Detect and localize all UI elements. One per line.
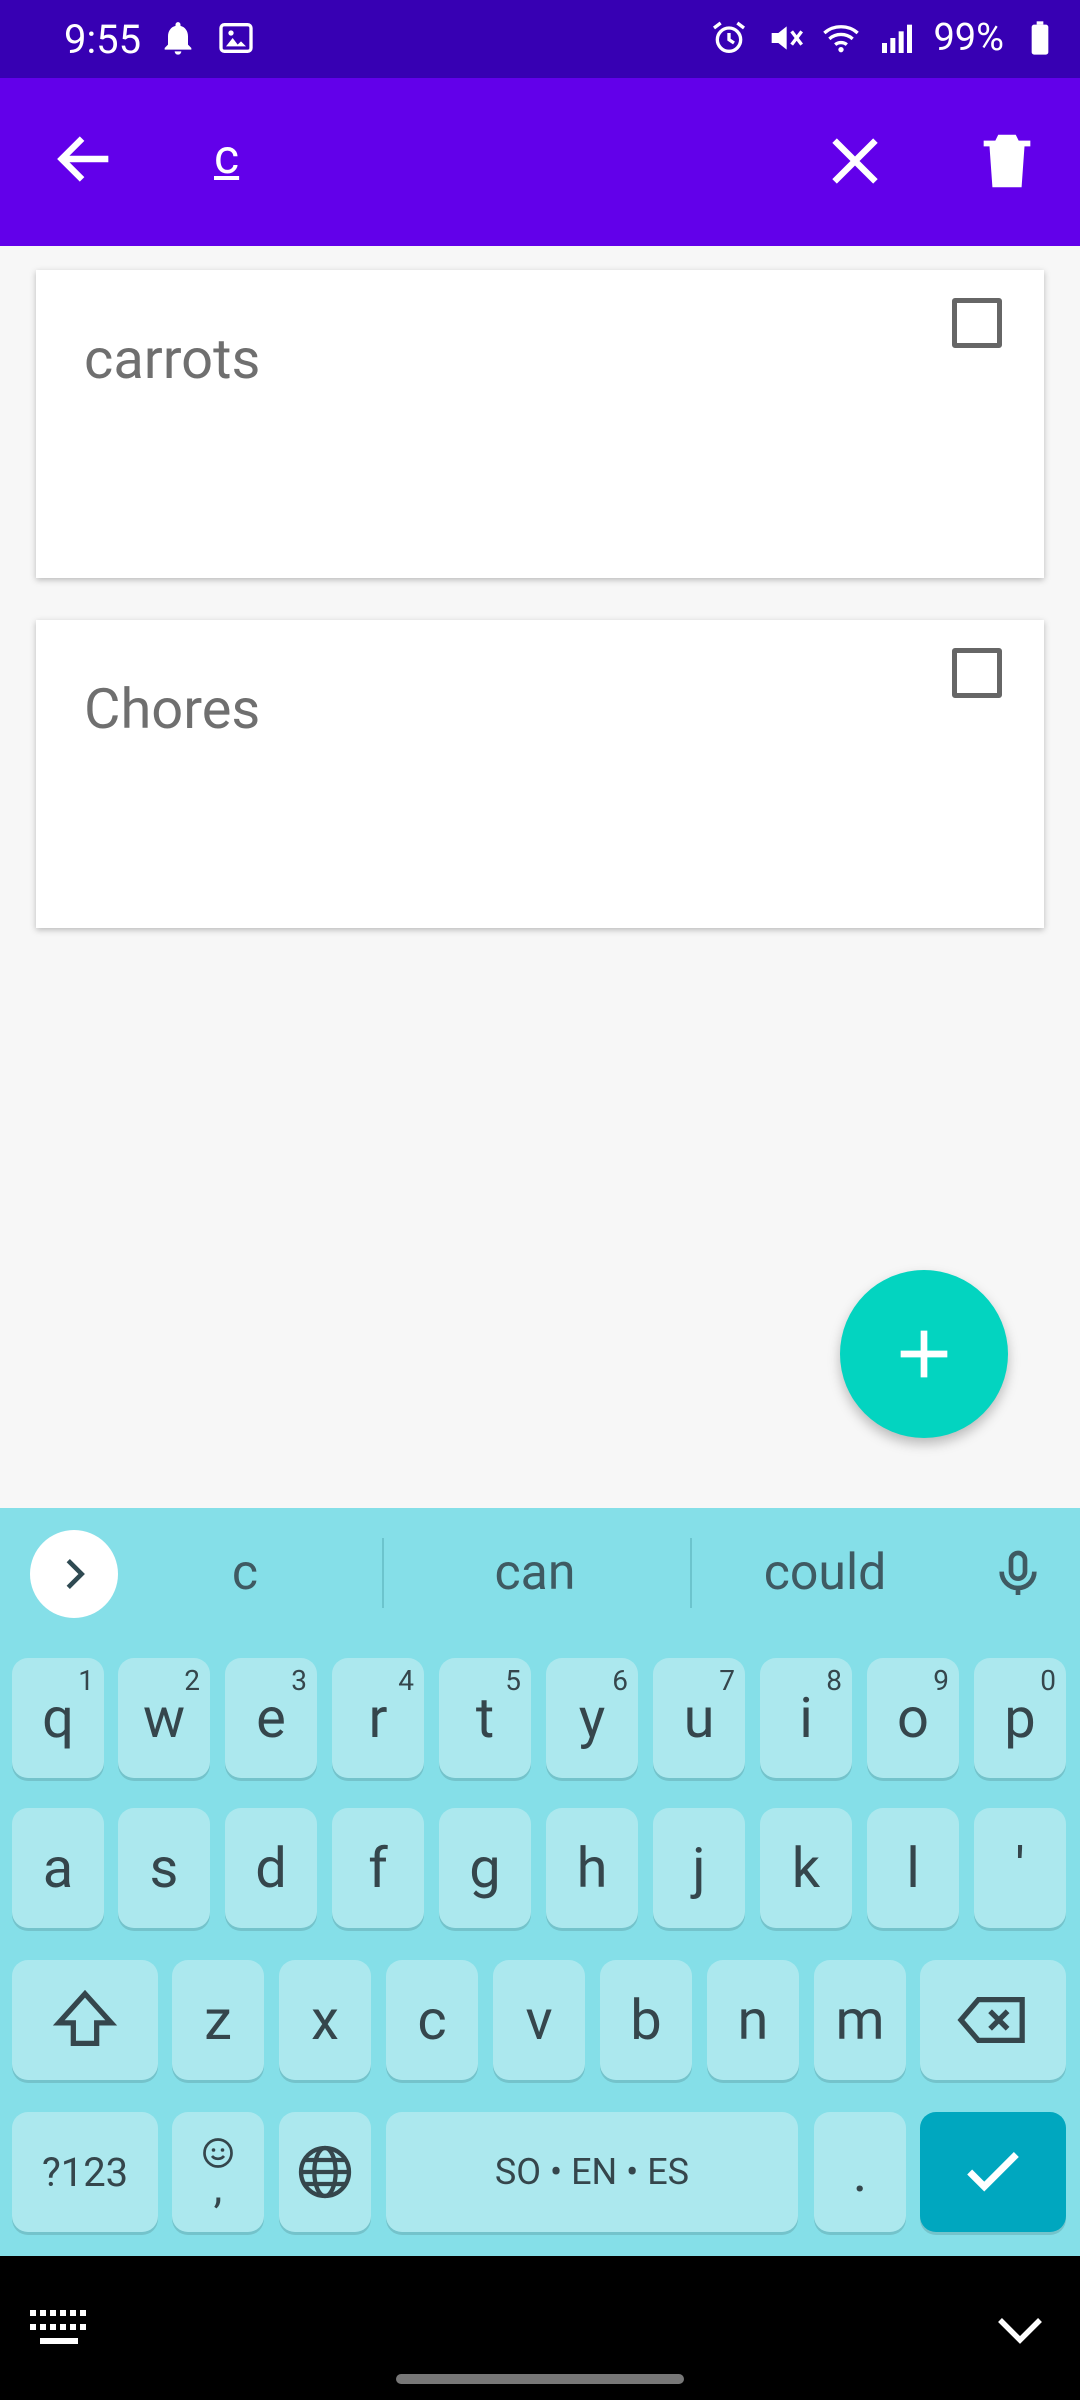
key-q[interactable]: q1 (12, 1658, 104, 1778)
enter-key[interactable] (920, 2112, 1066, 2232)
checkmark-icon (967, 2152, 1019, 2192)
soft-keyboard: c can could q1 w2 e3 r4 t5 y6 u7 i8 o9 p… (0, 1508, 1080, 2256)
key-x[interactable]: x (279, 1960, 371, 2080)
suggestion-chip[interactable]: could (700, 1508, 950, 1638)
clear-search-icon[interactable] (820, 126, 890, 196)
wifi-icon (823, 25, 860, 53)
top-app-bar: c (0, 78, 1080, 246)
delete-icon[interactable] (972, 126, 1042, 196)
card-checkbox[interactable] (952, 648, 1002, 698)
home-indicator[interactable] (396, 2374, 684, 2384)
battery-percent: 99% (933, 16, 1004, 60)
key-u[interactable]: u7 (653, 1658, 745, 1778)
microphone-icon[interactable] (990, 1546, 1046, 1602)
battery-icon (1031, 21, 1049, 55)
key-y[interactable]: y6 (546, 1658, 638, 1778)
language-key[interactable] (279, 2112, 371, 2232)
key-r[interactable]: r4 (332, 1658, 424, 1778)
key-l[interactable]: l (867, 1808, 959, 1928)
key-b[interactable]: b (600, 1960, 692, 2080)
status-time: 9:55 (64, 16, 142, 63)
key-h[interactable]: h (546, 1808, 638, 1928)
search-query-input[interactable]: c (214, 128, 239, 185)
status-bar: 9:55 99% (0, 0, 1080, 78)
key-v[interactable]: v (493, 1960, 585, 2080)
period-key[interactable]: . (814, 2112, 906, 2232)
list-item-card[interactable]: carrots (36, 270, 1044, 578)
backspace-icon (957, 1996, 1025, 2044)
hide-keyboard-icon[interactable] (990, 2300, 1050, 2360)
plus-icon (900, 1330, 948, 1378)
key-o[interactable]: o9 (867, 1658, 959, 1778)
key-j[interactable]: j (653, 1808, 745, 1928)
bell-icon (164, 22, 192, 55)
chevron-right-icon (66, 1558, 85, 1590)
keyboard-switch-icon[interactable] (28, 2308, 90, 2348)
globe-icon (298, 2145, 352, 2199)
shift-key[interactable] (12, 1960, 158, 2080)
signal-icon (882, 24, 913, 53)
suggestion-chip[interactable]: c (140, 1508, 350, 1638)
alarm-icon (713, 21, 746, 54)
card-title: carrots (84, 326, 261, 392)
back-arrow-icon[interactable] (50, 124, 120, 194)
backspace-key[interactable] (920, 1960, 1066, 2080)
card-title: Chores (84, 676, 261, 742)
key-z[interactable]: z (172, 1960, 264, 2080)
space-key[interactable]: SO • EN • ES (386, 2112, 798, 2232)
key-d[interactable]: d (225, 1808, 317, 1928)
add-button[interactable] (840, 1270, 1008, 1438)
key-k[interactable]: k (760, 1808, 852, 1928)
key-m[interactable]: m (814, 1960, 906, 2080)
shift-icon (52, 1989, 118, 2046)
key-g[interactable]: g (439, 1808, 531, 1928)
image-icon (219, 23, 253, 53)
suggestion-chip[interactable]: can (400, 1508, 670, 1638)
key-c[interactable]: c (386, 1960, 478, 2080)
key-n[interactable]: n (707, 1960, 799, 2080)
key-t[interactable]: t5 (439, 1658, 531, 1778)
keyboard-expand-button[interactable] (30, 1530, 118, 1618)
key-e[interactable]: e3 (225, 1658, 317, 1778)
navigation-bar (0, 2256, 1080, 2400)
key-apostrophe[interactable]: ' (974, 1808, 1066, 1928)
key-p[interactable]: p0 (974, 1658, 1066, 1778)
symbols-key[interactable]: ?123 (12, 2112, 158, 2232)
key-f[interactable]: f (332, 1808, 424, 1928)
mute-icon (772, 26, 804, 50)
key-s[interactable]: s (118, 1808, 210, 1928)
list-item-card[interactable]: Chores (36, 620, 1044, 928)
emoji-comma-key[interactable]: , (172, 2112, 264, 2232)
key-i[interactable]: i8 (760, 1658, 852, 1778)
card-checkbox[interactable] (952, 298, 1002, 348)
key-w[interactable]: w2 (118, 1658, 210, 1778)
key-a[interactable]: a (12, 1808, 104, 1928)
